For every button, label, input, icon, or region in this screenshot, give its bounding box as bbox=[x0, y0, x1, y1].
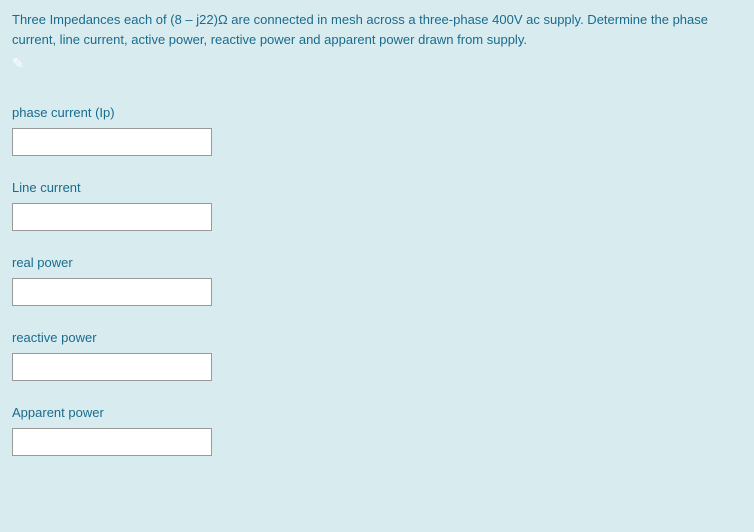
icon-row: ✎ bbox=[12, 55, 742, 73]
field-real-power: real power bbox=[12, 255, 742, 306]
field-label-reactive-power: reactive power bbox=[12, 330, 742, 345]
field-label-apparent-power: Apparent power bbox=[12, 405, 742, 420]
input-reactive-power[interactable] bbox=[12, 353, 212, 381]
field-label-real-power: real power bbox=[12, 255, 742, 270]
field-line-current: Line current bbox=[12, 180, 742, 231]
input-apparent-power[interactable] bbox=[12, 428, 212, 456]
edit-icon: ✎ bbox=[12, 55, 24, 72]
field-apparent-power: Apparent power bbox=[12, 405, 742, 456]
input-line-current[interactable] bbox=[12, 203, 212, 231]
question-text: Three Impedances each of (8 – j22)Ω are … bbox=[12, 10, 742, 49]
input-phase-current[interactable] bbox=[12, 128, 212, 156]
field-reactive-power: reactive power bbox=[12, 330, 742, 381]
input-real-power[interactable] bbox=[12, 278, 212, 306]
field-label-phase-current: phase current (Ip) bbox=[12, 105, 742, 120]
field-phase-current: phase current (Ip) bbox=[12, 105, 742, 156]
field-label-line-current: Line current bbox=[12, 180, 742, 195]
